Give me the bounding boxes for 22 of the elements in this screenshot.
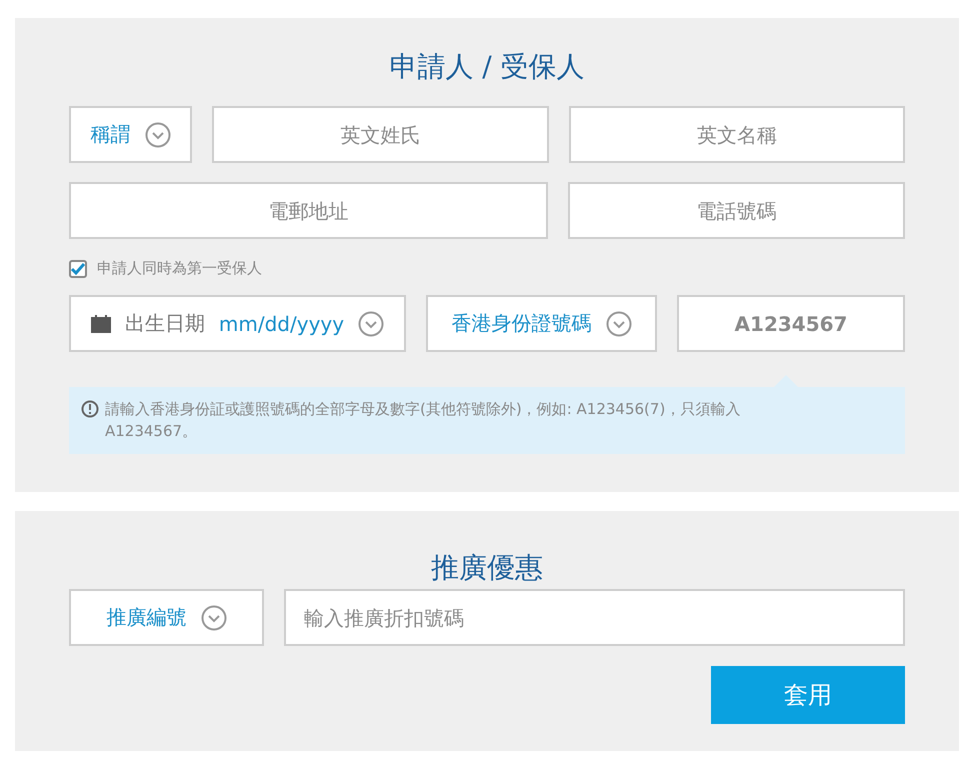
promo-code-field[interactable]: 輸入推廣折扣號碼 — [284, 589, 905, 646]
hint-text: 請輸入香港身份証或護照號碼的全部字母及數字(其他符號除外)，例如: A123456(7)，只須輸入A1234567。 — [105, 399, 742, 442]
salutation-select[interactable]: 稱謂 — [69, 106, 192, 163]
checkbox[interactable] — [69, 260, 87, 278]
chevron-down-icon — [144, 122, 170, 148]
checkbox-label: 申請人同時為第一受保人 — [97, 259, 262, 278]
email-field[interactable]: 電郵地址 — [69, 182, 548, 239]
section-title: 申請人 / 受保人 — [389, 49, 585, 85]
exclamation-icon — [81, 400, 99, 418]
id-type-select[interactable]: 香港身份證號碼 — [426, 295, 657, 352]
surname-field[interactable]: 英文姓氏 — [212, 106, 548, 163]
apply-button[interactable]: 套用 — [711, 666, 905, 724]
birth-date-field[interactable]: 出生日期 mm/dd/yyyy — [69, 295, 406, 352]
section-title: 推廣優惠 — [431, 550, 543, 586]
chevron-down-icon — [200, 604, 226, 630]
id-number-field[interactable]: A1234567 — [677, 295, 905, 352]
phone-field[interactable]: 電話號碼 — [568, 182, 905, 239]
calendar-icon — [90, 314, 111, 332]
promo-type-select[interactable]: 推廣編號 — [69, 589, 264, 646]
given-name-field[interactable]: 英文名稱 — [568, 106, 905, 163]
chevron-down-icon — [358, 310, 384, 336]
chevron-down-icon — [606, 310, 632, 336]
